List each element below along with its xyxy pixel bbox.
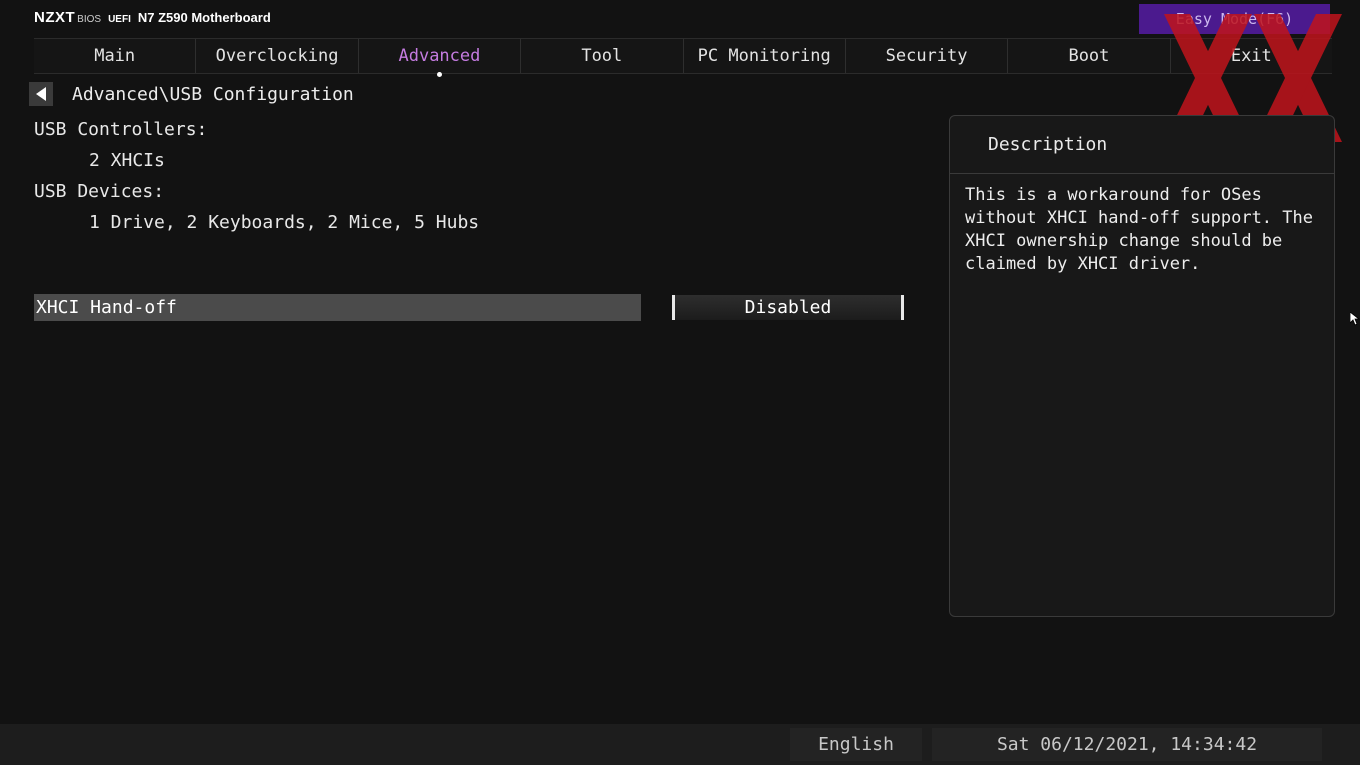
tab-exit[interactable]: Exit	[1169, 39, 1332, 73]
easy-mode-button[interactable]: Easy Mode(F6)	[1139, 4, 1330, 34]
description-panel: Description This is a workaround for OSe…	[949, 115, 1335, 617]
brand-uefi: UEFI	[108, 14, 131, 25]
usb-devices-label: USB Devices:	[34, 181, 165, 202]
main-tab-bar: Main Overclocking Advanced Tool PC Monit…	[34, 38, 1332, 77]
usb-controllers-label: USB Controllers:	[34, 119, 208, 140]
motherboard-model: N7 Z590 Motherboard	[137, 10, 271, 25]
setting-row-xhci-hand-off[interactable]: XHCI Hand-off	[34, 294, 641, 321]
tab-main[interactable]: Main	[34, 39, 195, 73]
triangle-left-icon	[36, 87, 46, 101]
language-button[interactable]: English	[790, 728, 922, 761]
description-title: Description	[950, 116, 1334, 174]
brand-bios: BIOS	[77, 14, 102, 25]
breadcrumb: Advanced\USB Configuration	[72, 84, 354, 105]
brand-header: NZXT BIOS UEFI N7 Z590 Motherboard	[34, 9, 271, 26]
tab-boot[interactable]: Boot	[1007, 39, 1169, 73]
xhci-hand-off-select[interactable]: Disabled	[672, 295, 904, 320]
bios-screen: NZXT BIOS UEFI N7 Z590 Motherboard Easy …	[0, 0, 1360, 765]
back-button[interactable]	[29, 82, 53, 106]
tab-overclocking[interactable]: Overclocking	[195, 39, 357, 73]
tab-security[interactable]: Security	[844, 39, 1007, 73]
tab-pc-monitoring[interactable]: PC Monitoring	[682, 39, 845, 73]
description-text: This is a workaround for OSes without XH…	[965, 185, 1313, 274]
brand-logo: NZXT	[34, 9, 76, 26]
tab-advanced[interactable]: Advanced	[357, 39, 520, 77]
usb-devices-value: 1 Drive, 2 Keyboards, 2 Mice, 5 Hubs	[89, 212, 480, 233]
mouse-pointer-icon	[1350, 312, 1360, 326]
usb-controllers-value: 2 XHCIs	[89, 150, 165, 171]
tab-tool[interactable]: Tool	[520, 39, 682, 73]
setting-label: XHCI Hand-off	[36, 297, 177, 318]
datetime-display: Sat 06/12/2021, 14:34:42	[932, 728, 1322, 761]
